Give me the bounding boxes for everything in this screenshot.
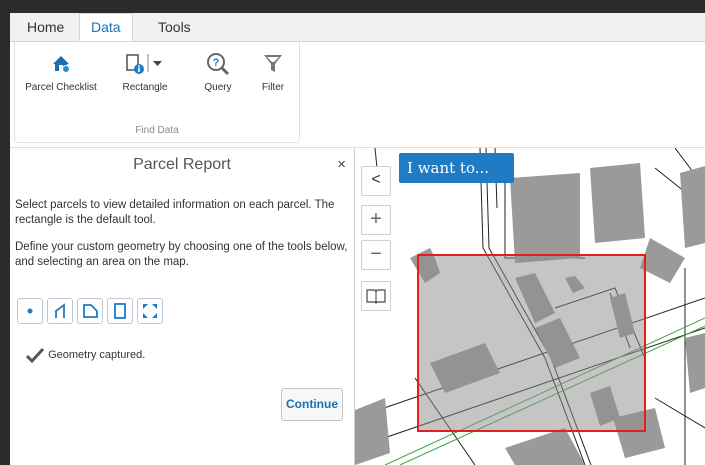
parcel-checklist-button[interactable]: Parcel Checklist (21, 50, 101, 93)
polygon-icon (83, 304, 98, 318)
query-magnifier-icon: ? (193, 50, 243, 78)
app-window: Home Data Tools Parcel Checklist Rectang… (10, 13, 705, 465)
polygon-tool-button[interactable] (77, 298, 103, 324)
rectangle-icon (114, 303, 126, 319)
extent-icon (143, 304, 157, 318)
book-icon (366, 289, 386, 304)
query-label: Query (204, 82, 232, 93)
parcel-checklist-label: Parcel Checklist (25, 82, 97, 93)
capture-status: Geometry captured. (25, 347, 146, 364)
zoom-out-button[interactable]: − (361, 240, 391, 270)
rectangle-tool-button[interactable] (107, 298, 133, 324)
instructions-text: Define your custom geometry by choosing … (15, 241, 348, 268)
polyline-tool-button[interactable] (47, 298, 73, 324)
tab-tools[interactable]: Tools (147, 13, 202, 41)
map-canvas (355, 148, 705, 465)
point-icon (27, 308, 33, 314)
rectangle-button[interactable]: Rectangle (115, 50, 175, 93)
collapse-panel-button[interactable]: < (361, 166, 391, 196)
extent-tool-button[interactable] (137, 298, 163, 324)
close-icon[interactable]: × (337, 156, 346, 173)
bookmarks-button[interactable] (361, 281, 391, 311)
filter-funnel-icon (251, 50, 295, 78)
rectangle-label: Rectangle (122, 82, 168, 93)
parcel-report-panel: Parcel Report × Select parcels to view d… (10, 148, 355, 465)
i-want-to-button[interactable]: I want to... (399, 153, 514, 183)
checkmark-icon (25, 347, 45, 364)
svg-text:?: ? (213, 57, 220, 69)
filter-label: Filter (261, 82, 285, 93)
intro-text: Select parcels to view detailed informat… (15, 199, 335, 226)
group-label: Find Data (135, 125, 179, 136)
map-view[interactable]: < I want to... + − (355, 148, 705, 465)
capture-status-text: Geometry captured. (48, 348, 146, 361)
parcel-house-icon (21, 50, 101, 78)
filter-button[interactable]: Filter (251, 50, 295, 93)
find-data-group: Parcel Checklist Rectangle ? Query Filte… (14, 42, 300, 143)
zoom-in-button[interactable]: + (361, 205, 391, 235)
polyline-icon (55, 303, 65, 318)
tab-home[interactable]: Home (16, 13, 75, 41)
rectangle-info-icon (115, 50, 175, 78)
panel-title: Parcel Report (133, 156, 231, 173)
point-tool-button[interactable] (17, 298, 43, 324)
query-button[interactable]: ? Query (193, 50, 243, 93)
ribbon: Parcel Checklist Rectangle ? Query Filte… (10, 42, 705, 148)
tab-data[interactable]: Data (79, 13, 133, 41)
tab-bar: Home Data Tools (10, 13, 705, 42)
continue-button[interactable]: Continue (281, 388, 343, 421)
